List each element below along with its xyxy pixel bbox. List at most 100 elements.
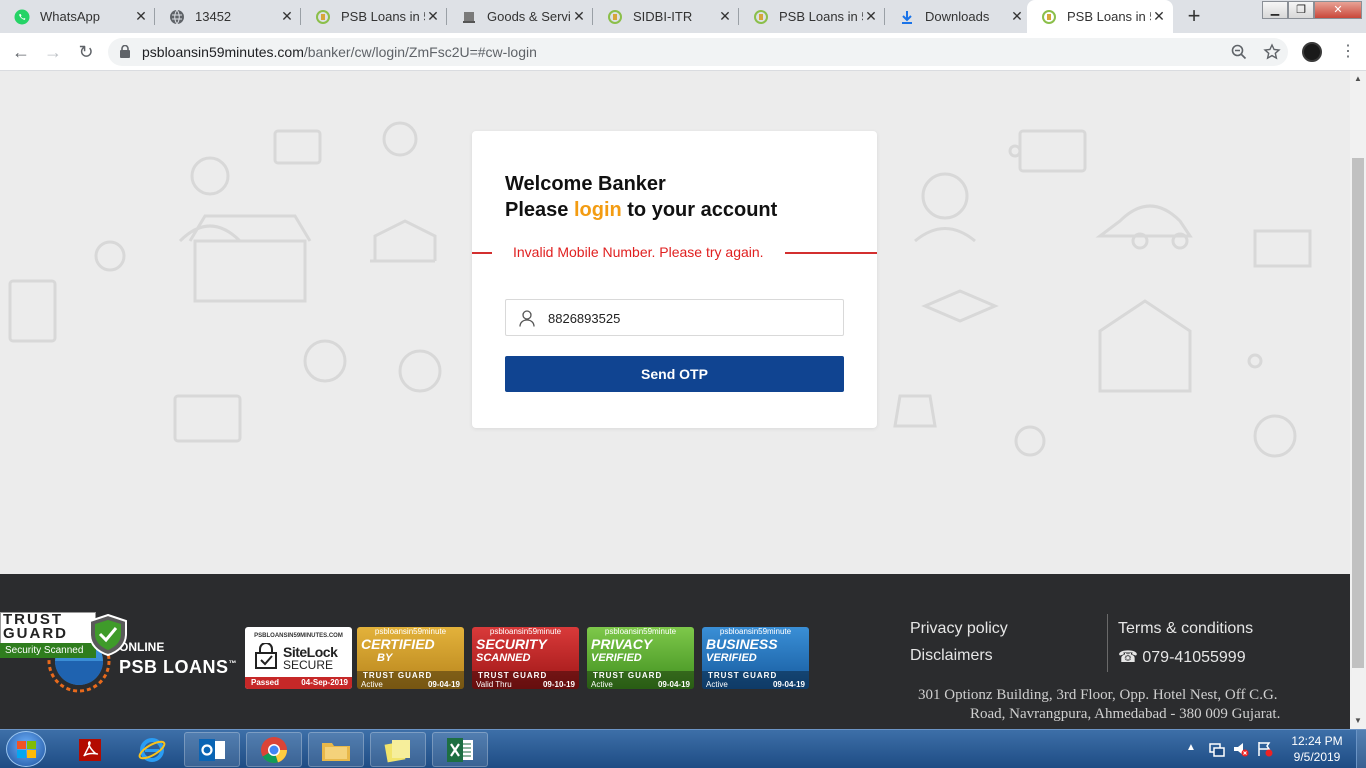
- tab-psb-loans-1[interactable]: PSB Loans in 59 ✕: [301, 0, 447, 33]
- badge-status: Active: [591, 680, 613, 689]
- maximize-button[interactable]: ❐: [1288, 1, 1314, 19]
- badge-sub-text: SCANNED: [476, 652, 531, 664]
- start-orb[interactable]: [6, 731, 46, 767]
- clock-time: 12:24 PM: [1291, 734, 1343, 748]
- new-tab-button[interactable]: +: [1180, 5, 1208, 29]
- scroll-down-arrow-icon[interactable]: ▼: [1350, 713, 1366, 729]
- privacy-verified-badge[interactable]: psbloansin59minute PRIVACY VERIFIED TRUS…: [587, 627, 694, 689]
- sitelock-badge[interactable]: PSBLOANSIN59MINUTES.COM SiteLock SECURE …: [245, 627, 352, 689]
- psb-logo-icon: [315, 9, 331, 25]
- badge-status: Active: [706, 680, 728, 689]
- url-text[interactable]: psbloansin59minutes.com/banker/cw/login/…: [142, 44, 537, 60]
- mobile-number-input[interactable]: [548, 308, 828, 328]
- profile-avatar[interactable]: [1302, 42, 1322, 62]
- tab-13452[interactable]: 13452 ✕: [155, 0, 301, 33]
- login-subheading: Please login to your account: [505, 197, 777, 223]
- menu-dots-icon[interactable]: ⋮: [1338, 41, 1358, 63]
- tab-title: PSB Loans in 59: [341, 9, 425, 24]
- reload-button[interactable]: ↻: [75, 41, 97, 63]
- close-window-button[interactable]: ✕: [1314, 1, 1362, 19]
- subheading-text: Please: [505, 199, 574, 221]
- show-hidden-icons-icon[interactable]: ▲: [1186, 742, 1196, 753]
- badge-date: 04-Sep-2019: [301, 678, 348, 687]
- error-banner: Invalid Mobile Number. Please try again.: [472, 241, 877, 263]
- badge-main-text: CERTIFIED: [361, 636, 435, 652]
- tab-gst[interactable]: Goods & Servic ✕: [447, 0, 593, 33]
- psb-logo-icon: [607, 9, 623, 25]
- tab-psb-loans-2[interactable]: PSB Loans in 59 ✕: [739, 0, 885, 33]
- address-bar[interactable]: psbloansin59minutes.com/banker/cw/login/…: [108, 38, 1288, 66]
- address-line-2: Road, Navrangpura, Ahmedabad - 380 009 G…: [970, 706, 1281, 722]
- badge-status: Active: [361, 680, 383, 689]
- user-icon: [519, 310, 535, 327]
- error-rule-left: [472, 252, 492, 254]
- trust-guard-seal[interactable]: TRUST GUARD Security Scanned: [0, 612, 130, 658]
- system-clock[interactable]: 12:24 PM 9/5/2019: [1282, 733, 1352, 765]
- business-verified-badge[interactable]: psbloansin59minute BUSINESS VERIFIED TRU…: [702, 627, 809, 689]
- explorer-icon[interactable]: [308, 732, 364, 767]
- privacy-policy-link[interactable]: Privacy policy: [910, 620, 1008, 638]
- outlook-icon[interactable]: [184, 732, 240, 767]
- notes-icon[interactable]: [370, 732, 426, 767]
- close-tab-icon[interactable]: ✕: [1009, 8, 1025, 25]
- error-rule-right: [785, 252, 877, 254]
- close-tab-icon[interactable]: ✕: [133, 8, 149, 25]
- address-line-1: 301 Optionz Building, 3rd Floor, Opp. Ho…: [918, 687, 1278, 703]
- zoom-icon[interactable]: [1231, 44, 1247, 60]
- action-center-flag-icon[interactable]: [1257, 741, 1273, 757]
- tab-title: Downloads: [925, 9, 990, 24]
- badge-date: 09-10-19: [542, 680, 575, 689]
- scroll-up-arrow-icon[interactable]: ▲: [1350, 71, 1366, 87]
- mobile-number-field[interactable]: [505, 299, 844, 336]
- tab-title: PSB Loans in 59: [779, 9, 863, 24]
- phone-text: 079-41055999: [1142, 649, 1246, 666]
- chrome-icon[interactable]: [246, 732, 302, 767]
- phone-icon: ☎: [1118, 649, 1143, 666]
- tab-psb-loans-active[interactable]: PSB Loans in 59 ✕: [1027, 0, 1173, 33]
- page-scrollbar[interactable]: ▲ ▼: [1350, 71, 1366, 729]
- close-tab-icon[interactable]: ✕: [425, 8, 441, 25]
- certified-badge[interactable]: psbloansin59minute CERTIFIED BY TRUST GU…: [357, 627, 464, 689]
- terms-link[interactable]: Terms & conditions: [1118, 620, 1253, 638]
- badge-status: Passed: [251, 678, 280, 687]
- logo-tm: ™: [228, 659, 238, 668]
- close-tab-icon[interactable]: ✕: [571, 8, 587, 25]
- badge-sub-text: VERIFIED: [706, 652, 757, 664]
- tab-downloads[interactable]: Downloads ✕: [885, 0, 1031, 33]
- tab-sidbi-itr[interactable]: SIDBI-ITR ✕: [593, 0, 739, 33]
- badge-sub-text: VERIFIED: [591, 652, 642, 664]
- disclaimers-link[interactable]: Disclaimers: [910, 647, 993, 665]
- error-message: Invalid Mobile Number. Please try again.: [513, 244, 764, 260]
- excel-icon[interactable]: [432, 732, 488, 767]
- trust-guard-word: GUARD: [3, 625, 68, 642]
- badge-main-text: PRIVACY: [591, 636, 653, 652]
- acrobat-icon[interactable]: [62, 732, 118, 767]
- security-scanned-badge[interactable]: psbloansin59minute SECURITY SCANNED TRUS…: [472, 627, 579, 689]
- welcome-heading: Welcome Banker: [505, 173, 666, 195]
- tab-whatsapp[interactable]: WhatsApp ✕: [0, 0, 155, 33]
- badge-status: Valid Thru: [476, 680, 512, 689]
- badge-main-text: BUSINESS: [706, 636, 778, 652]
- show-desktop-button[interactable]: [1356, 730, 1366, 768]
- badge-guard-text: TRUST GUARD: [363, 671, 433, 680]
- network-icon[interactable]: [1209, 741, 1225, 757]
- psb-logo-icon: [1041, 9, 1057, 25]
- close-tab-icon[interactable]: ✕: [717, 8, 733, 25]
- speaker-muted-icon[interactable]: [1233, 741, 1249, 757]
- close-tab-icon[interactable]: ✕: [279, 8, 295, 25]
- ie-icon[interactable]: [124, 732, 180, 767]
- back-button[interactable]: ←: [10, 41, 32, 63]
- tab-title: Goods & Servic: [487, 9, 571, 24]
- forward-button[interactable]: →: [42, 41, 64, 63]
- scrollbar-thumb[interactable]: [1352, 158, 1364, 668]
- close-tab-icon[interactable]: ✕: [1151, 8, 1167, 25]
- minimize-button[interactable]: ▁: [1262, 1, 1288, 19]
- globe-icon: [169, 9, 185, 25]
- clock-date: 9/5/2019: [1293, 750, 1341, 764]
- send-otp-button[interactable]: Send OTP: [505, 356, 844, 392]
- badge-date: 09-04-19: [772, 680, 805, 689]
- footer-divider: [1107, 614, 1108, 672]
- bookmark-star-icon[interactable]: [1263, 43, 1281, 61]
- close-tab-icon[interactable]: ✕: [863, 8, 879, 25]
- login-card: Welcome Banker Please login to your acco…: [472, 131, 877, 428]
